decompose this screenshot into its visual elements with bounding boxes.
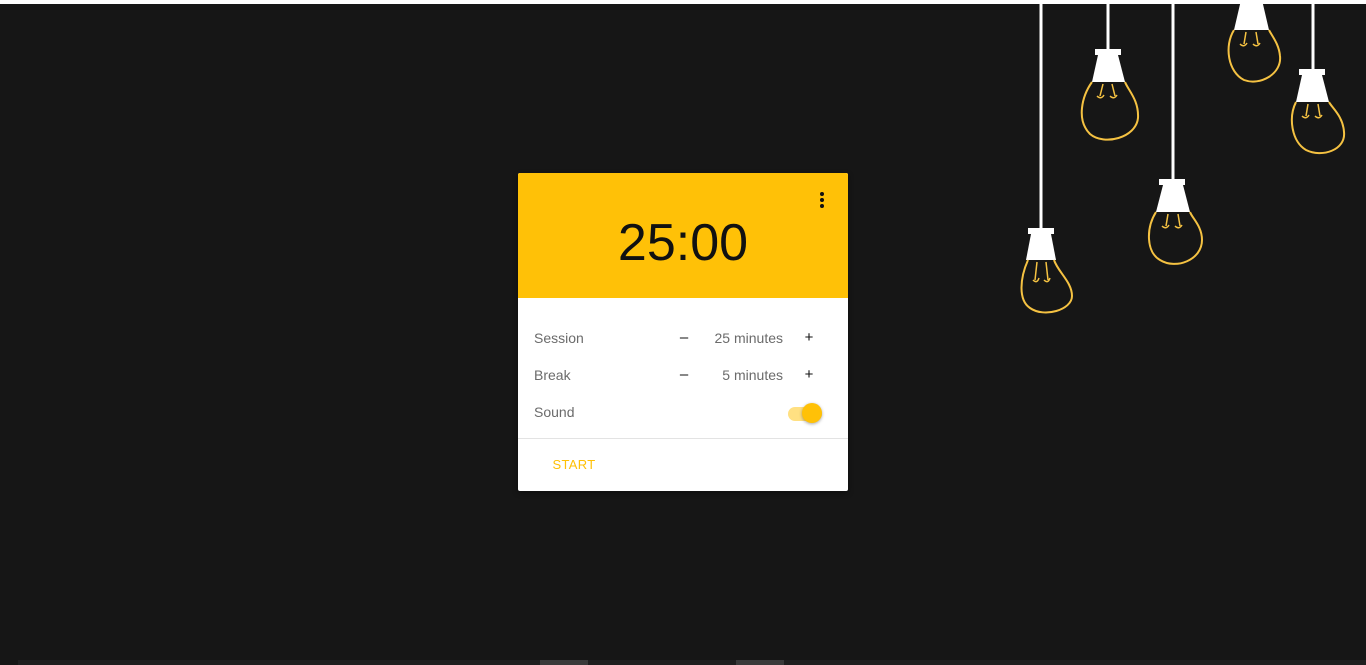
session-increment-button[interactable]: +: [799, 327, 819, 349]
scrollbar-thumb[interactable]: [736, 660, 784, 665]
break-value: 5 minutes: [722, 367, 783, 383]
session-decrement-button[interactable]: –: [674, 327, 694, 349]
session-value: 25 minutes: [714, 330, 783, 346]
menu-dot: [820, 192, 824, 196]
bulb-icon: [1290, 0, 1346, 155]
break-increment-button[interactable]: +: [799, 364, 819, 386]
sound-toggle[interactable]: [786, 403, 824, 423]
session-row: Session – 25 minutes +: [518, 323, 848, 353]
card-divider: [518, 438, 848, 439]
browser-top-edge: [0, 0, 1366, 4]
menu-dot: [820, 204, 824, 208]
bulb-icon: [1148, 0, 1204, 265]
start-button[interactable]: START: [542, 453, 606, 477]
scrollbar-thumb[interactable]: [540, 660, 588, 665]
menu-dot: [820, 198, 824, 202]
bulb-icon: [1080, 0, 1140, 141]
bulb-icon: [1020, 0, 1074, 314]
session-label: Session: [534, 330, 584, 346]
horizontal-scrollbar[interactable]: [18, 660, 1366, 665]
pomodoro-card: 25:00 Session – 25 minutes + Break – 5 m…: [518, 173, 848, 491]
sound-label: Sound: [534, 404, 575, 420]
break-row: Break – 5 minutes +: [518, 360, 848, 390]
break-decrement-button[interactable]: –: [674, 364, 694, 386]
timer-display: 25:00: [617, 214, 749, 272]
sound-row: Sound: [518, 397, 848, 427]
timer-header: 25:00: [518, 173, 848, 298]
toggle-thumb: [802, 403, 822, 423]
bulb-icon: [1227, 0, 1282, 83]
break-label: Break: [534, 367, 571, 383]
more-vert-icon[interactable]: [812, 189, 832, 211]
